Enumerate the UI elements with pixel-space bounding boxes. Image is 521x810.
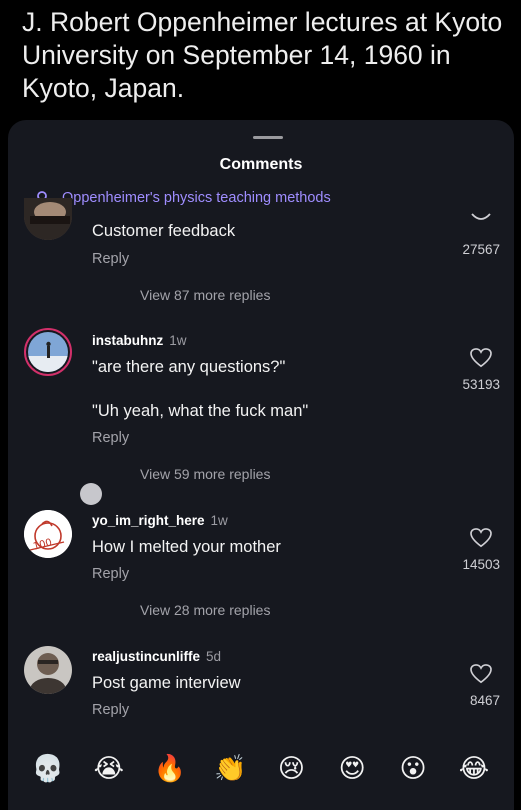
comment-username[interactable]: instabuhnz 1w: [92, 333, 187, 348]
heart-icon[interactable]: [470, 348, 492, 368]
view-more-replies-label: View 59 more replies: [140, 466, 271, 482]
skull-emoji-button[interactable]: 💀: [30, 753, 66, 783]
heart-icon[interactable]: [470, 664, 492, 684]
comment-time: 1w: [169, 333, 187, 348]
sad-emoji-button[interactable]: 😢: [273, 753, 309, 783]
comment-text: How I melted your mother: [92, 538, 281, 556]
username-text: yo_im_right_here: [92, 513, 205, 528]
fire-emoji-button[interactable]: 🔥: [152, 753, 188, 783]
like-count: 14503: [462, 557, 500, 572]
clap-emoji-button[interactable]: 👏: [213, 753, 249, 783]
like-count: 8467: [469, 693, 500, 708]
comment-text: Post game interview: [92, 674, 241, 692]
divider: [104, 610, 128, 611]
crying-emoji-button[interactable]: 😭: [91, 753, 127, 783]
post-caption: J. Robert Oppenheimer lectures at Kyoto …: [22, 7, 503, 103]
comment-username[interactable]: yo_im_right_here 1w: [92, 513, 228, 528]
heart-icon[interactable]: [470, 528, 492, 548]
username-text: instabuhnz: [92, 333, 164, 348]
view-more-replies-label: View 87 more replies: [140, 287, 271, 303]
sheet-title: Comments: [219, 156, 303, 173]
view-more-replies-label: View 28 more replies: [140, 602, 271, 618]
search-suggestion[interactable]: Oppenheimer's physics teaching methods: [36, 188, 331, 208]
comment-text: "are there any questions?": [92, 358, 286, 376]
sheet-drag-handle[interactable]: [253, 136, 283, 139]
comment-time: 1w: [210, 513, 228, 528]
avatar[interactable]: 100: [24, 510, 72, 558]
reply-button[interactable]: Reply: [92, 702, 129, 718]
surprised-emoji-button[interactable]: 😮: [395, 753, 431, 783]
comments-sheet: Comments Oppenheimer's physics teaching …: [8, 120, 514, 810]
comment-time: 5d: [206, 649, 222, 664]
username-text: realjustincunliffe: [92, 649, 201, 664]
reply-button[interactable]: Reply: [92, 566, 129, 582]
avatar[interactable]: [24, 328, 72, 376]
reply-button[interactable]: Reply: [92, 430, 129, 446]
view-more-replies[interactable]: View 87 more replies: [104, 287, 270, 303]
comment-username[interactable]: realjustincunliffe 5d: [92, 649, 221, 664]
laughing-emoji-button[interactable]: 😂: [456, 753, 492, 783]
comment-text: Customer feedback: [92, 222, 236, 240]
emoji-reaction-bar: 💀 😭 🔥 👏 😢 😍 😮 😂: [8, 748, 514, 788]
avatar[interactable]: [24, 646, 72, 694]
touch-indicator: [80, 483, 102, 505]
like-count: 53193: [462, 377, 500, 392]
view-more-replies[interactable]: View 59 more replies: [104, 466, 270, 482]
like-count: 27567: [462, 242, 500, 257]
divider: [104, 295, 128, 296]
comment-text-line-2: "Uh yeah, what the fuck man": [92, 402, 309, 420]
avatar[interactable]: [24, 198, 72, 240]
reply-button[interactable]: Reply: [92, 251, 129, 267]
divider: [104, 474, 128, 475]
heart-eyes-emoji-button[interactable]: 😍: [334, 753, 370, 783]
view-more-replies[interactable]: View 28 more replies: [104, 602, 270, 618]
heart-icon[interactable]: [470, 212, 492, 232]
search-suggestion-text: Oppenheimer's physics teaching methods: [62, 190, 331, 206]
